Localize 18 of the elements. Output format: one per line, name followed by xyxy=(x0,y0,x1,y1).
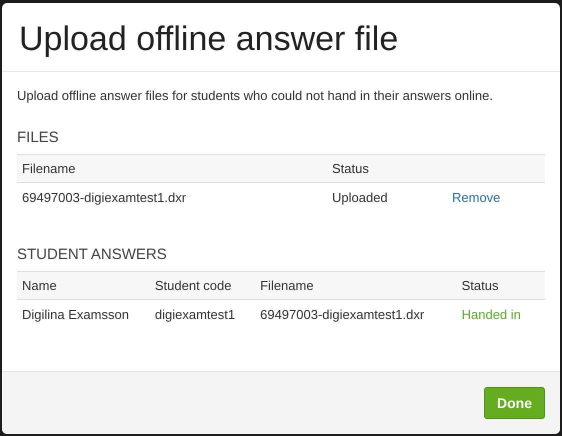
description-text: Upload offline answer files for students who could not hand in their answers online. xyxy=(17,88,494,103)
status-cell: Uploaded xyxy=(327,182,447,212)
done-button[interactable]: Done xyxy=(484,387,545,419)
column-header: Filename xyxy=(255,272,457,300)
section-heading: STUDENT ANSWERS xyxy=(17,246,168,263)
table-cell: digiexamtest1 xyxy=(150,300,256,329)
section-heading: FILES xyxy=(17,129,60,146)
dialog-title: Upload offline answer file xyxy=(19,19,400,60)
column-header: Student code xyxy=(150,272,256,300)
table-cell: 69497003-digiexamtest1.dxr xyxy=(255,300,457,329)
column-header: Filename xyxy=(17,154,327,182)
table-cell: Digilina Examsson xyxy=(17,300,150,329)
status-cell: Handed in xyxy=(456,300,545,329)
column-header: Status xyxy=(327,154,447,182)
table-cell: 69497003-digiexamtest1.dxr xyxy=(17,182,327,212)
remove-link[interactable]: Remove xyxy=(452,190,500,205)
column-header: Name xyxy=(17,272,150,300)
column-header: Status xyxy=(456,272,545,300)
